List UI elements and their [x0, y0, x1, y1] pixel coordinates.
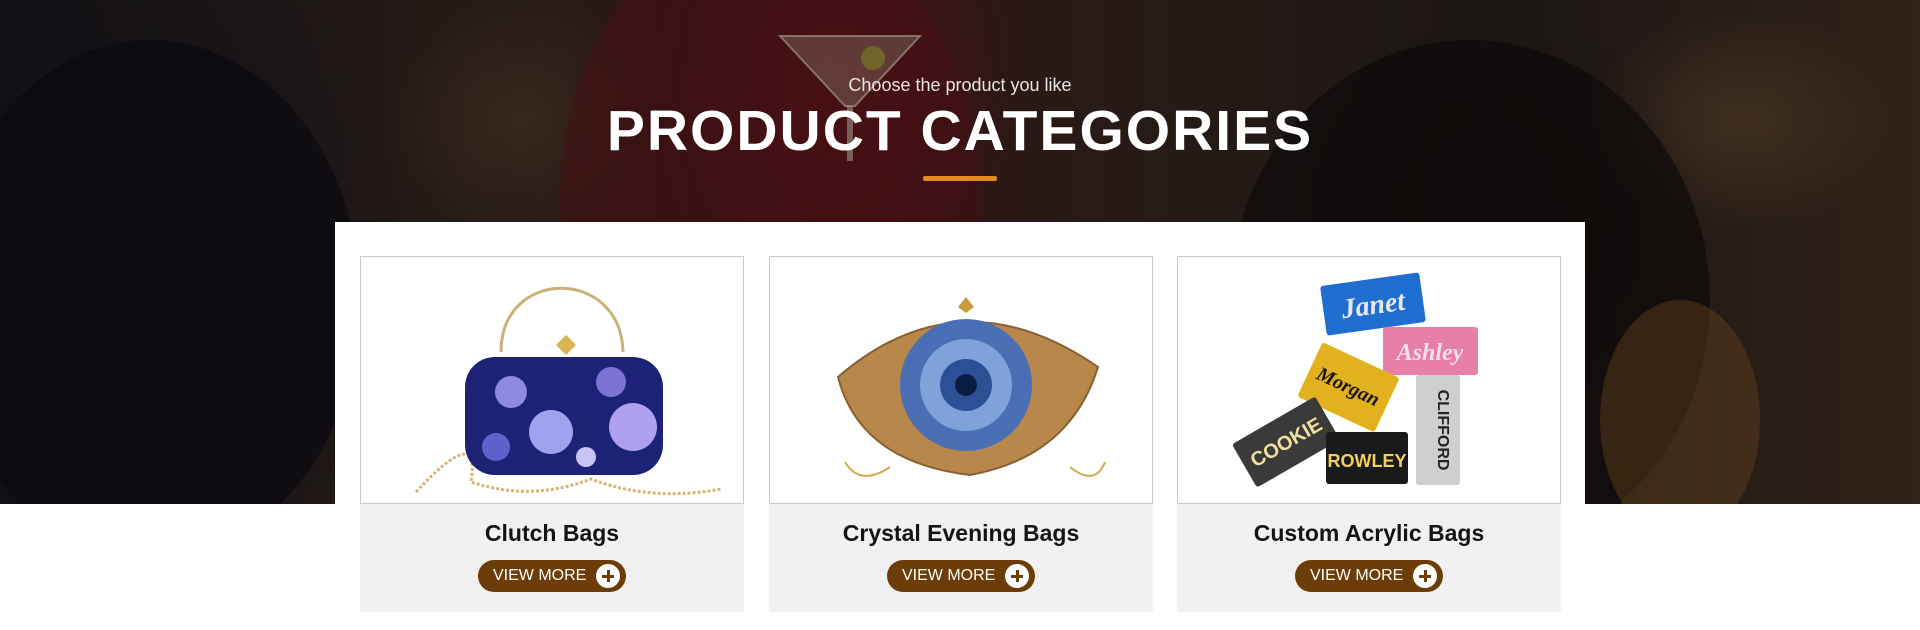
- category-image[interactable]: Janet Ashley Morgan COOKIE ROWLEY CLIFFO…: [1177, 256, 1561, 504]
- category-title: Custom Acrylic Bags: [1253, 520, 1485, 546]
- floral-clutch-bag-image: [414, 286, 722, 496]
- category-card-custom-acrylic-bags[interactable]: Janet Ashley Morgan COOKIE ROWLEY CLIFFO…: [1177, 256, 1561, 612]
- view-more-label: VIEW MORE: [902, 567, 996, 584]
- category-title: Clutch Bags: [484, 520, 620, 546]
- plus-circle-icon: [1005, 564, 1029, 588]
- category-image[interactable]: [769, 256, 1153, 504]
- category-card-crystal-evening-bags[interactable]: Crystal Evening Bags VIEW MORE: [769, 256, 1153, 612]
- acrylic-bag-name: CLIFFORD: [1434, 390, 1451, 471]
- category-card-clutch-bags[interactable]: Clutch Bags VIEW MORE: [360, 256, 744, 612]
- category-footer: Custom Acrylic Bags VIEW MORE: [1177, 504, 1561, 612]
- section-title: PRODUCT CATEGORIES: [606, 99, 1314, 163]
- plus-circle-icon: [1413, 564, 1437, 588]
- plus-circle-icon: [596, 564, 620, 588]
- acrylic-bag-name: Ashley: [1395, 340, 1464, 366]
- category-image[interactable]: [360, 256, 744, 504]
- acrylic-name-bags-image: Janet Ashley Morgan COOKIE ROWLEY CLIFFO…: [1233, 272, 1478, 487]
- view-more-button[interactable]: VIEW MORE: [1295, 560, 1443, 592]
- view-more-button[interactable]: VIEW MORE: [478, 560, 626, 592]
- category-footer: Crystal Evening Bags VIEW MORE: [769, 504, 1153, 612]
- category-title: Crystal Evening Bags: [842, 520, 1080, 546]
- view-more-label: VIEW MORE: [1310, 567, 1404, 584]
- title-underline: [923, 176, 997, 181]
- section-subtitle: Choose the product you like: [848, 75, 1072, 95]
- view-more-button[interactable]: VIEW MORE: [887, 560, 1035, 592]
- view-more-label: VIEW MORE: [493, 567, 587, 584]
- acrylic-bag-name: ROWLEY: [1328, 451, 1407, 471]
- category-footer: Clutch Bags VIEW MORE: [360, 504, 744, 612]
- crystal-eye-bag-image: [836, 297, 1106, 477]
